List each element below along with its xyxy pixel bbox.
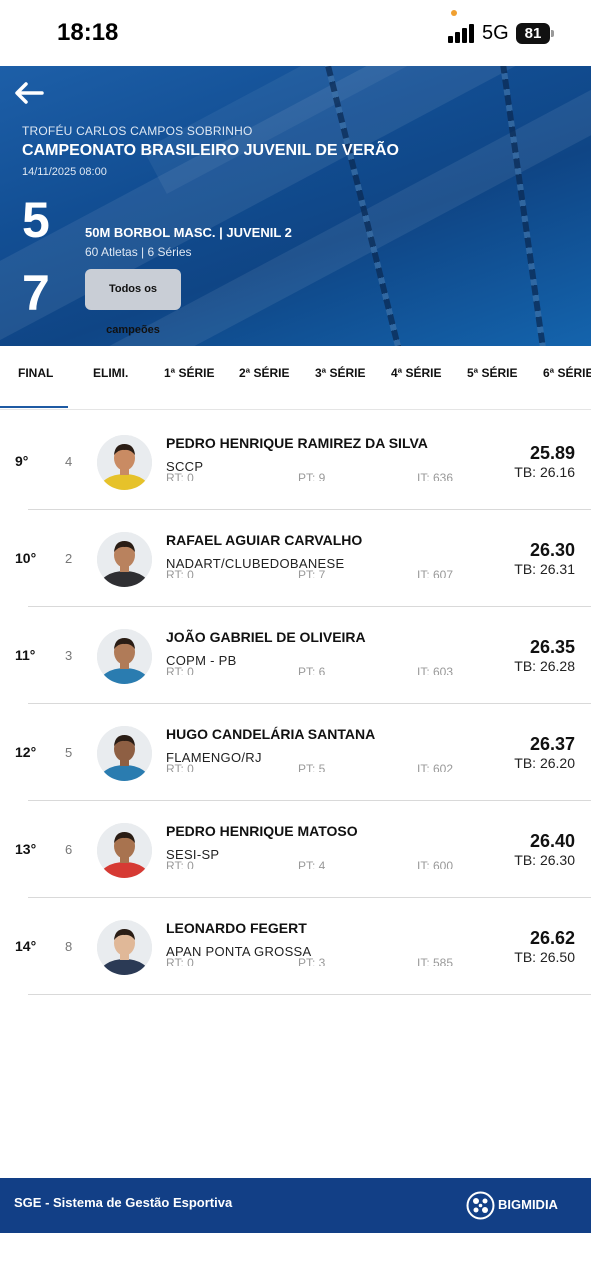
- tab-elimi[interactable]: ELIMI.: [93, 366, 128, 380]
- list-item[interactable]: 13° 6 PEDRO HENRIQUE MATOSO SESI-SP RT: …: [0, 801, 591, 898]
- avatar-image: [97, 726, 152, 781]
- battery-cap: [551, 30, 554, 37]
- lane-number: 2: [65, 551, 73, 566]
- avatar-image: [97, 532, 152, 587]
- event-date: 14/11/2025 08:00: [22, 166, 107, 178]
- place: 9°: [15, 453, 29, 469]
- footer-bar: SGE - Sistema de Gestão Esportiva BIGMID…: [0, 1178, 591, 1233]
- avatar-image: [97, 435, 152, 490]
- place: 10°: [15, 550, 37, 566]
- event-info: 60 Atletas | 6 Séries: [85, 245, 192, 259]
- tab-serie-1[interactable]: 1ª SÉRIE: [164, 366, 214, 380]
- list-item[interactable]: 14° 8 LEONARDO FEGERT APAN PONTA GROSSA …: [0, 898, 591, 995]
- place: 14°: [15, 938, 37, 954]
- heat-tabs: FINAL ELIMI. 1ª SÉRIE 2ª SÉRIE 3ª SÉRIE …: [0, 346, 591, 410]
- battery-icon: 81: [516, 23, 550, 44]
- avatar: [97, 532, 152, 587]
- row-divider: [28, 994, 591, 995]
- privacy-indicator-dot: [451, 10, 457, 16]
- athlete-name: PEDRO HENRIQUE MATOSO: [166, 823, 358, 839]
- pt-value: PT: 4: [298, 859, 326, 869]
- status-bar: 18:18 5G 81: [0, 0, 591, 66]
- result-time: 26.30: [529, 540, 575, 560]
- best-time: TB: 26.20: [514, 755, 575, 771]
- avatar: [97, 629, 152, 684]
- lane-number: 3: [65, 648, 73, 663]
- rt-value: RT: 0: [166, 471, 194, 481]
- list-item[interactable]: 10° 2 RAFAEL AGUIAR CARVALHO NADART/CLUB…: [0, 510, 591, 607]
- tab-serie-5[interactable]: 5ª SÉRIE: [467, 366, 517, 380]
- avatar: [97, 823, 152, 878]
- back-button[interactable]: [12, 80, 46, 106]
- championship-title: CAMPEONATO BRASILEIRO JUVENIL DE VERÃO: [22, 142, 399, 159]
- active-tab-indicator: [0, 406, 68, 408]
- event-number-bottom: 7: [22, 265, 50, 321]
- pt-value: PT: 7: [298, 568, 326, 578]
- lane-number: 6: [65, 842, 73, 857]
- rt-value: RT: 0: [166, 665, 194, 675]
- status-time: 18:18: [57, 19, 119, 46]
- rt-value: RT: 0: [166, 568, 194, 578]
- lane-number: 4: [65, 454, 73, 469]
- it-value: IT: 585: [417, 956, 454, 966]
- athlete-name: RAFAEL AGUIAR CARVALHO: [166, 532, 363, 548]
- list-item[interactable]: 11° 3 JOÃO GABRIEL DE OLIVEIRA COPM - PB…: [0, 607, 591, 704]
- avatar-image: [97, 823, 152, 878]
- it-value: IT: 600: [417, 859, 454, 869]
- pt-value: PT: 9: [298, 471, 326, 481]
- result-time: 25.89: [529, 443, 575, 463]
- rt-value: RT: 0: [166, 956, 194, 966]
- trophy-name: TROFÉU CARLOS CAMPOS SOBRINHO: [22, 124, 253, 138]
- place: 12°: [15, 744, 37, 760]
- rt-value: RT: 0: [166, 859, 194, 869]
- it-value: IT: 607: [417, 568, 454, 578]
- it-value: IT: 603: [417, 665, 454, 675]
- footer-text: SGE - Sistema de Gestão Esportiva: [14, 1195, 233, 1210]
- footer-brand: BIGMIDIA: [498, 1197, 558, 1212]
- pt-value: PT: 6: [298, 665, 326, 675]
- tab-serie-2[interactable]: 2ª SÉRIE: [239, 366, 289, 380]
- event-name: 50M BORBOL MASC. | JUVENIL 2: [85, 225, 292, 240]
- pt-value: PT: 5: [298, 762, 326, 772]
- network-type: 5G: [482, 22, 509, 44]
- avatar-image: [97, 629, 152, 684]
- best-time: TB: 26.28: [514, 658, 575, 674]
- it-value: IT: 636: [417, 471, 454, 481]
- best-time: TB: 26.50: [514, 949, 575, 965]
- result-time: 26.37: [529, 734, 575, 754]
- avatar: [97, 435, 152, 490]
- place: 11°: [15, 647, 36, 663]
- bigmidia-logo-icon: [466, 1191, 495, 1220]
- signal-icon: [448, 24, 476, 43]
- tab-serie-3[interactable]: 3ª SÉRIE: [315, 366, 365, 380]
- it-value: IT: 602: [417, 762, 454, 772]
- tab-final[interactable]: FINAL: [18, 366, 53, 380]
- list-item[interactable]: 12° 5 HUGO CANDELÁRIA SANTANA FLAMENGO/R…: [0, 704, 591, 801]
- result-time: 26.40: [529, 831, 575, 851]
- athlete-name: JOÃO GABRIEL DE OLIVEIRA: [166, 629, 366, 645]
- avatar: [97, 920, 152, 975]
- event-header: TROFÉU CARLOS CAMPOS SOBRINHO CAMPEONATO…: [0, 66, 591, 346]
- lane-number: 8: [65, 939, 73, 954]
- avatar-image: [97, 920, 152, 975]
- best-time: TB: 26.31: [514, 561, 575, 577]
- event-number-top: 5: [22, 192, 50, 248]
- arrow-left-icon: [15, 82, 44, 104]
- avatar: [97, 726, 152, 781]
- result-time: 26.62: [529, 928, 575, 948]
- rt-value: RT: 0: [166, 762, 194, 772]
- result-time: 26.35: [529, 637, 575, 657]
- best-time: TB: 26.30: [514, 852, 575, 868]
- athlete-name: HUGO CANDELÁRIA SANTANA: [166, 726, 376, 742]
- athlete-name: PEDRO HENRIQUE RAMIREZ DA SILVA: [166, 435, 428, 451]
- pt-value: PT: 3: [298, 956, 326, 966]
- best-time: TB: 26.16: [514, 464, 575, 480]
- list-item[interactable]: 9° 4 PEDRO HENRIQUE RAMIREZ DA SILVA SCC…: [0, 413, 591, 510]
- place: 13°: [15, 841, 37, 857]
- lane-number: 5: [65, 745, 73, 760]
- tab-serie-4[interactable]: 4ª SÉRIE: [391, 366, 441, 380]
- athlete-name: LEONARDO FEGERT: [166, 920, 307, 936]
- all-champions-button[interactable]: Todos os campeões: [85, 269, 181, 336]
- tab-serie-6[interactable]: 6ª SÉRIE: [543, 366, 591, 380]
